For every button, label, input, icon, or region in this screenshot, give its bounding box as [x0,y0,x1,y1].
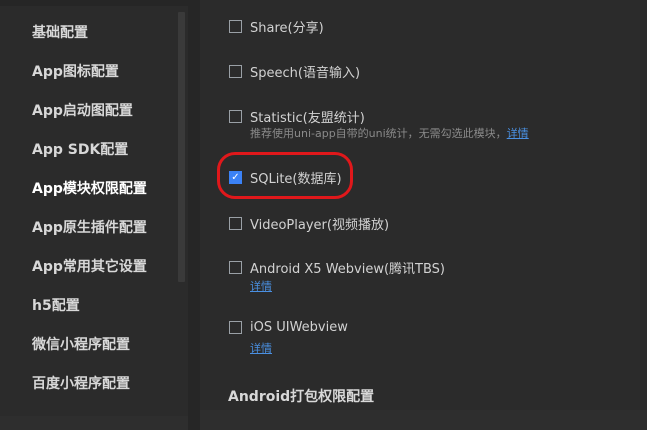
modules-panel: Share(分享) Speech(语音输入) Statistic(友盟统计) 推… [200,0,647,430]
sidebar-item-baidu-mp[interactable]: 百度小程序配置 [32,373,130,393]
statistic-checkbox[interactable] [229,110,242,123]
option-statistic[interactable]: Statistic(友盟统计) [229,107,365,126]
share-checkbox[interactable] [229,20,242,33]
option-share[interactable]: Share(分享) [229,17,324,36]
sidebar-item-h5[interactable]: h5配置 [32,295,80,315]
sqlite-label: SQLite(数据库) [250,172,342,187]
statistic-hint-text: 推荐使用uni-app自带的uni统计，无需勾选此模块， [250,127,507,140]
option-sqlite[interactable]: ✓ SQLite(数据库) [229,168,342,187]
uiwebview-label: iOS UIWebview [250,320,348,335]
share-label: Share(分享) [250,21,324,36]
uiwebview-details-link[interactable]: 详情 [250,340,272,356]
panel-divider[interactable] [188,0,200,430]
option-uiwebview[interactable]: iOS UIWebview [229,320,348,335]
statistic-label: Statistic(友盟统计) [250,111,365,126]
x5webview-label: Android X5 Webview(腾讯TBS) [250,262,446,277]
option-speech[interactable]: Speech(语音输入) [229,62,360,81]
speech-label: Speech(语音输入) [250,66,361,81]
x5webview-checkbox[interactable] [229,261,242,274]
option-x5webview[interactable]: Android X5 Webview(腾讯TBS) [229,258,445,277]
speech-checkbox[interactable] [229,65,242,78]
statistic-hint: 推荐使用uni-app自带的uni统计，无需勾选此模块，详情 [250,125,529,141]
sidebar-footer [0,416,188,430]
uiwebview-checkbox[interactable] [229,321,242,334]
sidebar-item-app-native-plugins[interactable]: App原生插件配置 [32,217,147,237]
sidebar-item-weixin-mp[interactable]: 微信小程序配置 [32,334,130,354]
sidebar-item-app-splash[interactable]: App启动图配置 [32,100,133,120]
statistic-details-link[interactable]: 详情 [507,127,529,140]
sidebar-scrollbar[interactable] [178,12,185,282]
sidebar-item-app-other-settings[interactable]: App常用其它设置 [32,256,147,276]
videoplayer-checkbox[interactable] [229,217,242,230]
x5webview-details-link[interactable]: 详情 [250,278,272,294]
sidebar: 基础配置 App图标配置 App启动图配置 App SDK配置 App模块权限配… [0,6,188,430]
panel-footer [200,410,647,430]
sidebar-item-app-modules[interactable]: App模块权限配置 [32,178,147,198]
sidebar-item-app-icon[interactable]: App图标配置 [32,61,119,81]
videoplayer-label: VideoPlayer(视频播放) [250,218,390,233]
sqlite-checkbox[interactable]: ✓ [229,171,242,184]
sidebar-item-basic[interactable]: 基础配置 [32,22,88,42]
sidebar-item-app-sdk[interactable]: App SDK配置 [32,139,128,159]
section-title-android-permissions: Android打包权限配置 [228,389,375,405]
app-window: 基础配置 App图标配置 App启动图配置 App SDK配置 App模块权限配… [0,0,647,430]
check-icon: ✓ [231,171,240,183]
option-videoplayer[interactable]: VideoPlayer(视频播放) [229,214,389,233]
